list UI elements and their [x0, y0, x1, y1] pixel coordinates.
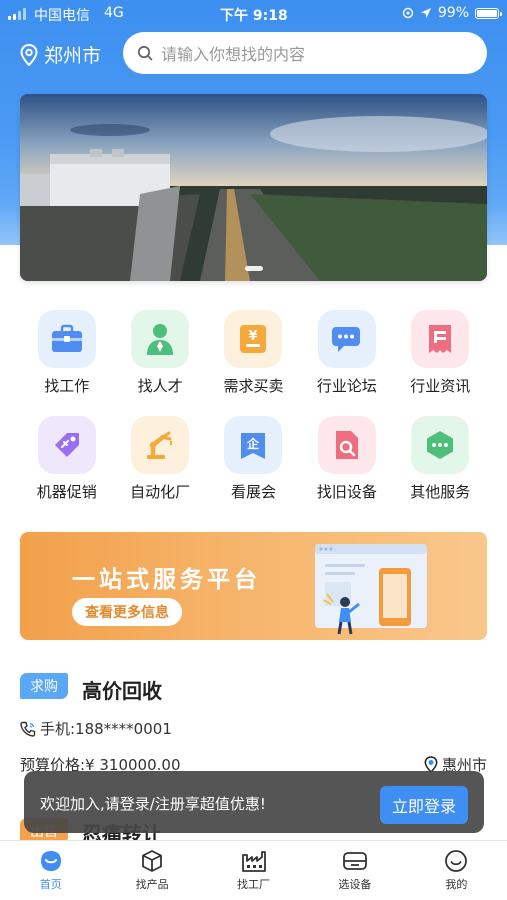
grid-icon-bg: 企: [224, 416, 283, 474]
tab-label: 找产品: [135, 878, 169, 891]
phone-icon: [20, 721, 36, 737]
quick-action-other-services[interactable]: 其他服务: [394, 416, 487, 502]
quick-action-find-talent[interactable]: 找人才: [113, 310, 206, 396]
promo-more-button[interactable]: 查看更多信息: [72, 598, 182, 626]
grid-label: 看展会: [230, 483, 276, 501]
signal-icon: [8, 8, 26, 20]
banner-photo: [20, 94, 487, 281]
promo-banner[interactable]: 一站式服务平台 查看更多信息: [20, 532, 487, 640]
city-selector[interactable]: 郑州市: [20, 41, 101, 68]
exhibition-icon: 企: [241, 433, 266, 459]
grid-label: 行业资讯: [410, 377, 471, 395]
quick-action-news[interactable]: 行业资讯: [394, 310, 487, 396]
tab-label: 选设备: [338, 878, 372, 891]
status-bar: 中国电信 4G 下午 9:18 99%: [0, 0, 507, 28]
quick-action-promotion[interactable]: 机器促销: [20, 416, 113, 502]
quick-action-find-job[interactable]: 找工作: [20, 310, 113, 396]
login-toast: 欢迎加入,请登录/注册享超值优惠! 立即登录: [24, 771, 484, 833]
tab-label: 找工厂: [237, 878, 271, 891]
tab-equipment[interactable]: 选设备: [304, 841, 405, 900]
tab-label: 首页: [39, 878, 62, 891]
tab-home[interactable]: 首页: [0, 841, 101, 900]
tab-profile[interactable]: 我的: [406, 841, 507, 900]
toast-message: 欢迎加入,请登录/注册享超值优惠!: [40, 795, 266, 813]
grid-label: 机器促销: [36, 483, 97, 501]
box-icon: [142, 850, 163, 872]
grid-icon-bg: [37, 310, 96, 368]
news-receipt-icon: [429, 325, 452, 353]
grid-icon-bg: [37, 416, 96, 474]
grid-icon-bg: ¥: [224, 310, 283, 368]
search-placeholder: 请输入你想找的内容: [161, 45, 306, 64]
grid-icon-bg: [131, 310, 190, 368]
search-icon: [137, 45, 153, 61]
quick-action-trade[interactable]: ¥ 需求买卖: [207, 310, 300, 396]
briefcase-icon: [51, 324, 82, 352]
factory-icon: [241, 851, 266, 872]
quick-actions-grid: 找工作 找人才 ¥ 需求买卖 行业论坛 行业资讯 机器促销 自动化厂 企 看展会…: [20, 310, 487, 502]
carrier-name: 中国电信: [34, 8, 90, 24]
grid-label: 需求买卖: [223, 377, 284, 395]
chat-bubbles-icon: [331, 327, 360, 352]
search-bar[interactable]: 请输入你想找的内容: [123, 32, 487, 74]
grid-label: 行业论坛: [316, 377, 377, 395]
network-type: 4G: [104, 5, 124, 21]
more-hexagon-icon: [427, 431, 454, 459]
home-icon: [40, 851, 61, 871]
person-icon: [147, 324, 174, 355]
grid-icon-bg: [317, 310, 376, 368]
tab-label: 我的: [445, 878, 468, 891]
grid-icon-bg: [411, 416, 470, 474]
device-icon: [343, 852, 367, 870]
grid-label: 找旧设备: [316, 483, 377, 501]
grid-icon-bg: [411, 310, 470, 368]
location-pin-icon: [20, 43, 38, 66]
quick-action-used-equipment[interactable]: 找旧设备: [300, 416, 393, 502]
grid-icon-bg: [131, 416, 190, 474]
yen-tag-icon: ¥: [240, 325, 267, 353]
robot-arm-icon: [147, 431, 173, 459]
grid-label: 找人才: [137, 377, 183, 395]
tab-products[interactable]: 找产品: [101, 841, 202, 900]
grid-label: 自动化厂: [130, 483, 191, 501]
price-tag-icon: [54, 433, 79, 457]
quick-action-automation[interactable]: 自动化厂: [113, 416, 206, 502]
grid-label: 其他服务: [410, 483, 471, 501]
phone-number: 手机:188****0001: [40, 720, 172, 738]
smile-icon: [445, 850, 468, 872]
login-button[interactable]: 立即登录: [379, 786, 468, 824]
location-arrow-icon: [420, 8, 431, 18]
svg-text:企: 企: [246, 436, 260, 451]
svg-text:¥: ¥: [249, 329, 258, 344]
search-document-icon: [335, 431, 358, 459]
battery-icon: [475, 7, 502, 19]
hero-banner[interactable]: [20, 94, 487, 281]
listing-phone[interactable]: 手机:188****0001: [20, 718, 172, 739]
rotation-lock-icon: [402, 7, 414, 19]
grid-label: 找工作: [44, 377, 90, 395]
tab-factories[interactable]: 找工厂: [203, 841, 304, 900]
bottom-tab-bar: 首页 找产品 找工厂 选设备 我的: [0, 840, 507, 900]
battery-percent: 99%: [437, 5, 469, 21]
status-time: 下午 9:18: [220, 8, 288, 24]
quick-action-exhibition[interactable]: 企 看展会: [207, 416, 300, 502]
quick-action-forum[interactable]: 行业论坛: [300, 310, 393, 396]
grid-icon-bg: [317, 416, 376, 474]
listing-tag-buy: 求购: [20, 673, 68, 699]
promo-title: 一站式服务平台: [72, 567, 261, 593]
promo-illustration: [315, 544, 427, 635]
listing-title[interactable]: 高价回收: [82, 675, 162, 704]
banner-pagination: [244, 266, 263, 271]
city-name: 郑州市: [44, 45, 102, 67]
